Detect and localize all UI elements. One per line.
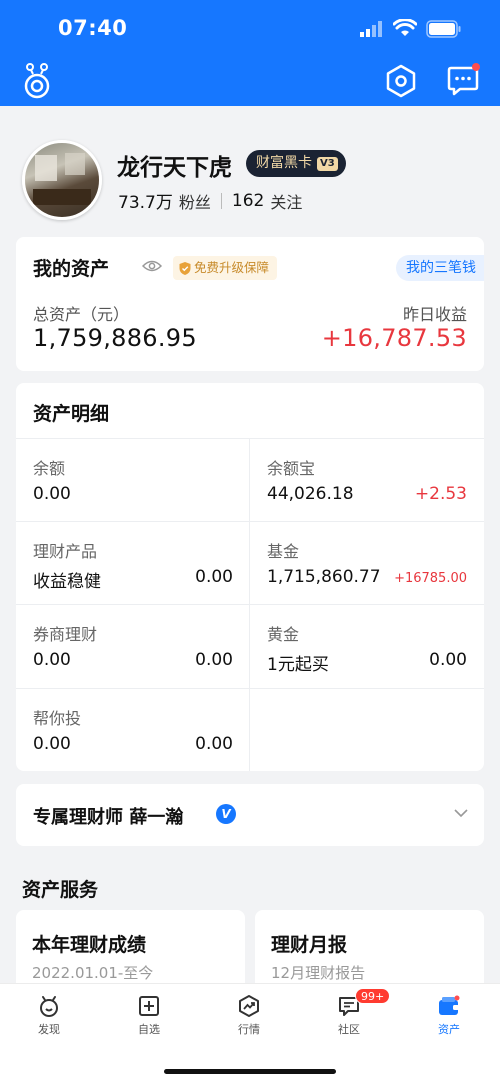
membership-level: V3: [317, 156, 338, 171]
settings-hex-icon[interactable]: [385, 64, 417, 98]
divider: [16, 521, 484, 522]
app-header: 07:40: [0, 0, 500, 106]
eye-icon[interactable]: [142, 259, 162, 273]
cell-subtitle: 0.00: [33, 650, 71, 670]
profile-section: 龙行天下虎 财富黑卡 V3 73.7万 粉丝 162 关注: [0, 106, 500, 236]
cell-subtitle: 收益稳健: [33, 572, 101, 592]
divider: [16, 688, 484, 689]
cell-subtitle: 0.00: [33, 734, 71, 754]
membership-label: 财富黑卡: [256, 155, 312, 171]
chevron-down-icon[interactable]: [454, 806, 468, 820]
battery-icon: [426, 20, 461, 38]
tab-label: 行情: [238, 1023, 260, 1036]
cell-name: 券商理财: [33, 625, 98, 644]
advisor-row[interactable]: 专属理财师 薛一瀚 V: [16, 784, 484, 846]
fans-label[interactable]: 粉丝: [179, 189, 211, 213]
unread-dot: [472, 63, 480, 71]
total-assets-label: 总资产（元）: [33, 305, 130, 324]
cell-name: 基金: [267, 542, 300, 561]
market-icon: [239, 995, 259, 1017]
cell-value: 0.00: [195, 567, 233, 587]
tab-market[interactable]: 行情: [219, 994, 279, 1044]
messages-button[interactable]: [446, 63, 480, 96]
wallet-icon: [439, 995, 460, 1015]
cellular-signal-icon: [360, 21, 382, 37]
tab-assets[interactable]: 资产: [419, 994, 479, 1044]
cell-value: 1,715,860.77: [267, 567, 381, 587]
services-title: 资产服务: [22, 879, 99, 901]
service-name: 理财月报: [271, 934, 348, 956]
tab-label: 自选: [138, 1023, 160, 1036]
cell-name: 余额: [33, 459, 66, 478]
cell-value: 0.00: [33, 484, 71, 504]
divider: [16, 438, 484, 439]
verified-icon: V: [216, 804, 236, 824]
shield-icon: [179, 261, 191, 275]
avatar[interactable]: [22, 140, 102, 220]
cell-value: 44,026.18: [267, 484, 354, 504]
discover-icon: [40, 996, 58, 1017]
tab-discover[interactable]: 发现: [19, 994, 79, 1044]
watchlist-icon: [139, 996, 159, 1016]
total-assets-value[interactable]: 1,759,886.95: [33, 324, 197, 352]
fans-count[interactable]: 73.7万: [118, 188, 173, 213]
service-subtitle: 12月理财报告: [271, 964, 366, 982]
mascot-logo-icon[interactable]: [20, 62, 54, 100]
yesterday-income-label: 昨日收益: [402, 305, 467, 324]
cell-subtitle: 1元起买: [267, 655, 329, 675]
divider: [16, 604, 484, 605]
bottom-tab-bar: 发现 自选 行情 99+ 社区 资产: [0, 983, 500, 1082]
cell-name: 余额宝: [267, 459, 316, 478]
cell-name: 帮你投: [33, 709, 82, 728]
home-indicator: [164, 1069, 336, 1074]
upgrade-label: 免费升级保障: [194, 260, 270, 275]
cell-value: 0.00: [195, 650, 233, 670]
top-nav: [0, 58, 500, 106]
advisor-label: 专属理财师 薛一瀚: [33, 807, 184, 828]
following-count[interactable]: 162: [232, 191, 264, 211]
my-assets-card: 我的资产 免费升级保障 我的三笔钱 总资产（元） 1,759,886.95 昨日…: [16, 237, 484, 371]
service-subtitle: 2022.01.01-至今: [32, 964, 154, 982]
cell-value: 0.00: [429, 650, 467, 670]
status-bar: 07:40: [0, 0, 500, 58]
user-nickname[interactable]: 龙行天下虎: [117, 148, 232, 182]
assets-title: 我的资产: [33, 258, 110, 280]
cell-name: 黄金: [267, 625, 300, 644]
upgrade-protection-tag[interactable]: 免费升级保障: [173, 256, 278, 280]
wifi-icon: [393, 19, 417, 36]
divider: [220, 192, 222, 209]
cell-gain: +2.53: [414, 484, 467, 504]
tab-label: 发现: [38, 1023, 60, 1036]
cell-value: 0.00: [195, 734, 233, 754]
asset-detail-card: 资产明细 余额 0.00 余额宝 44,026.18 +2.53 理财产品 收益…: [16, 383, 484, 771]
status-time: 07:40: [58, 16, 128, 40]
tab-label: 社区: [338, 1023, 360, 1036]
tab-watchlist[interactable]: 自选: [119, 994, 179, 1044]
service-name: 本年理财成绩: [32, 934, 147, 956]
three-money-button[interactable]: 我的三笔钱: [396, 255, 484, 281]
cell-gain: +16785.00: [394, 571, 467, 586]
membership-badge[interactable]: 财富黑卡 V3: [246, 150, 346, 177]
column-divider: [249, 438, 250, 771]
tab-label: 资产: [438, 1023, 460, 1036]
tab-community[interactable]: 99+ 社区: [319, 988, 391, 1044]
follow-stats: 73.7万 粉丝 162 关注: [118, 188, 302, 214]
notification-badge: 99+: [355, 988, 391, 1004]
following-label[interactable]: 关注: [270, 189, 302, 213]
cell-name: 理财产品: [33, 542, 98, 561]
yesterday-income-value[interactable]: +16,787.53: [322, 324, 467, 352]
detail-title: 资产明细: [33, 403, 110, 425]
